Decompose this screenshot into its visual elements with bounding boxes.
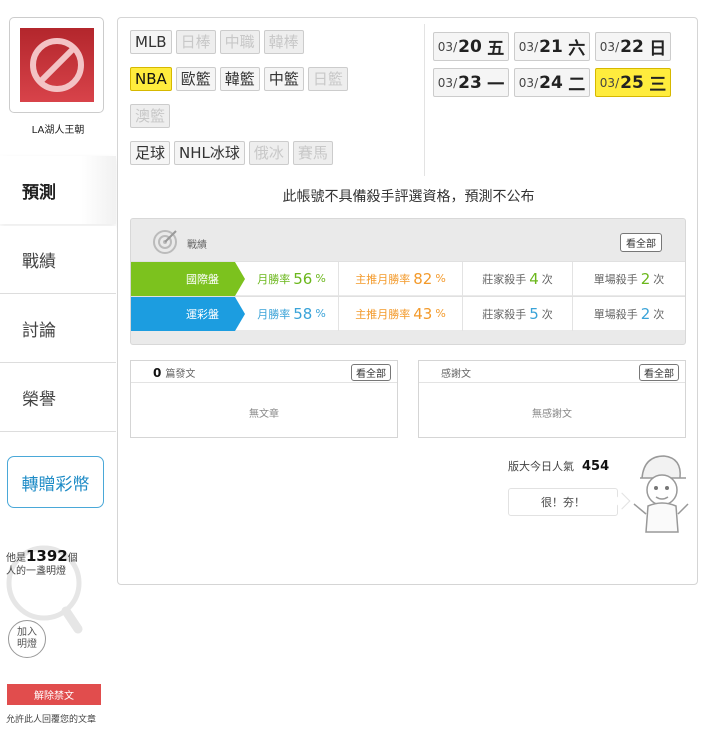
sport-row-4: 足球 NHL冰球 俄冰 賽馬 [130, 141, 337, 165]
sport-chip-soccer[interactable]: 足球 [130, 141, 171, 165]
mascot-icon [633, 455, 689, 533]
main-panel: MLB 日棒 中職 韓棒 NBA 歐籃 韓籃 中籃 日籃 澳籃 足球 NHL冰球 俄冰 賽馬 03/… [117, 17, 698, 585]
sport-row-2: NBA 歐籃 韓籃 中籃 日籃 [130, 67, 352, 91]
cheer-button[interactable]: 很！夯！ [508, 488, 618, 516]
date-0321[interactable]: 03/21 六 [514, 32, 590, 61]
sport-chip-japan-basketball: 日籃 [307, 67, 348, 91]
popularity-value: 454 [582, 459, 610, 474]
tab-honor[interactable]: 榮譽 [0, 364, 116, 432]
articles-title: 0 篇發文 [153, 366, 196, 380]
lightbulb-count: 1392 [26, 547, 68, 565]
unblock-note: 允許此人回覆您的文章 [6, 715, 97, 725]
no-image-icon [29, 38, 84, 92]
sport-chip-nba[interactable]: NBA [130, 67, 172, 91]
lightbulb-count-text: 他是1392個 人的一盞明燈 [6, 547, 78, 578]
record-label-international: 國際盤 [131, 261, 245, 296]
record-title: 戰績 [187, 240, 207, 251]
sport-chip-korea-basketball[interactable]: 韓籃 [219, 67, 260, 91]
sport-chip-china-basketball[interactable]: 中籃 [263, 67, 304, 91]
page: LA湖人王朝 預測 戰績 討論 榮譽 轉贈彩幣 他是1392個 人的一盞明燈 加… [0, 0, 720, 746]
thanks-header: 感謝文 看全部 [419, 361, 685, 383]
banker-killer: 莊家殺手 5 次 [463, 296, 573, 331]
monthly-win-rate: 月勝率 56% [235, 261, 339, 296]
date-0322[interactable]: 03/22 日 [595, 32, 671, 61]
prediction-notice: 此帳號不具備殺手評選資格，預測不公布 [282, 189, 535, 205]
monthly-win-rate: 月勝率 58% [235, 296, 339, 331]
articles-empty: 無文章 [249, 409, 279, 420]
user-name: LA湖人王朝 [31, 125, 85, 136]
tab-predict[interactable]: 預測 [0, 156, 116, 224]
target-icon [153, 230, 177, 254]
thanks-empty: 無感謝文 [532, 409, 572, 420]
banker-killer: 莊家殺手 4 次 [463, 261, 573, 296]
gift-coins-button[interactable]: 轉贈彩幣 [7, 456, 104, 508]
date-0325[interactable]: 03/25 三 [595, 68, 671, 97]
sport-chip-nhl[interactable]: NHL冰球 [174, 141, 245, 165]
unblock-button[interactable]: 解除禁文 [7, 684, 101, 705]
articles-header: 0 篇發文 看全部 [131, 361, 397, 383]
record-label-sports-lottery: 運彩盤 [131, 296, 245, 331]
articles-count: 0 [153, 366, 162, 380]
add-lightbulb-button[interactable]: 加入明燈 [8, 620, 46, 658]
record-view-all-button[interactable]: 看全部 [620, 233, 662, 252]
main-monthly-win-rate: 主推月勝率 82% [339, 261, 463, 296]
thanks-view-all-button[interactable]: 看全部 [639, 364, 679, 381]
record-header: 戰績 看全部 [131, 219, 685, 261]
date-0320[interactable]: 03/20 五 [433, 32, 509, 61]
sport-chip-kbo: 韓棒 [263, 30, 304, 54]
popularity: 版大今日人氣 454 [508, 459, 610, 474]
main-monthly-win-rate: 主推月勝率 43% [339, 296, 463, 331]
avatar-image [19, 28, 94, 102]
sport-row-1: MLB 日棒 中職 韓棒 [130, 30, 308, 54]
tab-record[interactable]: 戰績 [0, 226, 116, 294]
divider [424, 24, 425, 176]
sport-chip-horse-racing: 賽馬 [292, 141, 333, 165]
sport-chip-aus-basketball: 澳籃 [130, 104, 171, 128]
sport-row-3: 澳籃 [130, 104, 174, 128]
date-0323[interactable]: 03/23 一 [433, 68, 509, 97]
avatar[interactable] [9, 17, 104, 113]
articles-box: 0 篇發文 看全部 無文章 [130, 360, 398, 438]
record-panel: 戰績 看全部 國際盤 月勝率 56% 主推月勝率 82% 莊家殺手 4 次 單場殺手 2 次… [130, 218, 686, 345]
thanks-title: 感謝文 [441, 369, 471, 380]
tab-discussion[interactable]: 討論 [0, 295, 116, 363]
sport-chip-khl: 俄冰 [248, 141, 289, 165]
sport-chip-euro-basketball[interactable]: 歐籃 [175, 67, 216, 91]
record-row-sports-lottery: 運彩盤 月勝率 58% 主推月勝率 43% 莊家殺手 5 次 單場殺手 2 次 [131, 296, 685, 331]
sport-chip-jpb: 日棒 [175, 30, 216, 54]
sidebar: LA湖人王朝 預測 戰績 討論 榮譽 轉贈彩幣 他是1392個 人的一盞明燈 加… [0, 0, 116, 746]
single-game-killer: 單場殺手 2 次 [593, 304, 665, 323]
sport-chip-cpbl: 中職 [219, 30, 260, 54]
thanks-box: 感謝文 看全部 無感謝文 [418, 360, 686, 438]
record-row-international: 國際盤 月勝率 56% 主推月勝率 82% 莊家殺手 4 次 單場殺手 2 次 [131, 261, 685, 296]
sport-chip-mlb[interactable]: MLB [130, 30, 172, 54]
date-0324[interactable]: 03/24 二 [514, 68, 590, 97]
single-game-killer: 單場殺手 2 次 [593, 269, 665, 288]
articles-view-all-button[interactable]: 看全部 [351, 364, 391, 381]
